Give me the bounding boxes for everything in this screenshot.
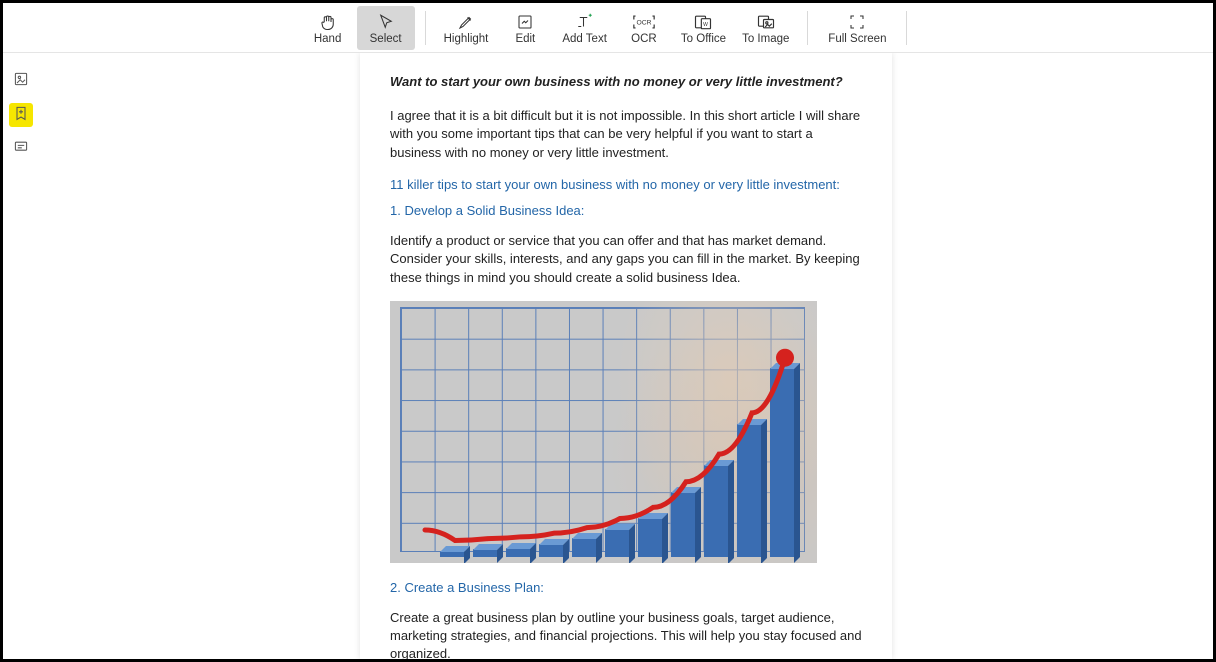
chart-bar: [539, 539, 563, 552]
main-toolbar: Hand Select Highlight Edit: [3, 3, 1213, 53]
to-image-label: To Image: [742, 33, 789, 45]
tip-2-body: Create a great business plan by outline …: [390, 609, 862, 659]
select-tool-label: Select: [370, 33, 402, 45]
toolbar-group-nav: Hand Select: [299, 3, 415, 52]
add-text-icon: [576, 12, 594, 32]
hand-tool-button[interactable]: Hand: [299, 6, 357, 50]
thumbnails-panel-button[interactable]: [9, 69, 33, 93]
cursor-icon: [377, 12, 395, 32]
chart-bar: [704, 460, 728, 552]
fullscreen-icon: [848, 12, 866, 32]
ocr-button[interactable]: OCR OCR: [615, 6, 673, 50]
add-text-button[interactable]: Add Text: [554, 6, 615, 50]
chart-bar: [638, 513, 662, 552]
doc-main-heading: Want to start your own business with no …: [390, 73, 862, 91]
toolbar-separator: [906, 11, 907, 45]
chart-bar: [572, 533, 596, 551]
doc-intro-paragraph: I agree that it is a bit difficult but i…: [390, 107, 862, 162]
full-screen-button[interactable]: Full Screen: [818, 6, 896, 50]
comment-icon: [13, 139, 29, 160]
doc-subtitle-link: 11 killer tips to start your own busines…: [390, 176, 862, 194]
toolbar-group-view: Full Screen: [818, 3, 896, 52]
edit-icon: [516, 12, 534, 32]
bookmark-plus-icon: [13, 105, 29, 126]
chart-bar: [770, 363, 794, 551]
chart-bar: [671, 487, 695, 551]
bookmarks-panel-button[interactable]: [9, 103, 33, 127]
body-area: Want to start your own business with no …: [3, 53, 1213, 659]
chart-bar: [506, 543, 530, 552]
edit-tool-button[interactable]: Edit: [496, 6, 554, 50]
document-viewport[interactable]: Want to start your own business with no …: [39, 53, 1213, 659]
left-sidebar: [3, 53, 39, 659]
toolbar-separator: [807, 11, 808, 45]
thumbnails-icon: [13, 71, 29, 92]
chart-bar: [440, 546, 464, 552]
growth-chart-image: [390, 301, 817, 563]
chart-bar: [473, 544, 497, 551]
highlight-tool-button[interactable]: Highlight: [436, 6, 497, 50]
to-image-button[interactable]: To Image: [734, 6, 797, 50]
chart-bar: [605, 524, 629, 552]
hand-tool-label: Hand: [314, 33, 342, 45]
svg-text:OCR: OCR: [636, 20, 651, 27]
ocr-icon: OCR: [633, 12, 655, 32]
image-icon: [756, 12, 776, 32]
toolbar-separator: [425, 11, 426, 45]
toolbar-group-edit: Highlight Edit Add Text OCR OCR: [436, 3, 798, 52]
tip-1-body: Identify a product or service that you c…: [390, 232, 862, 287]
to-office-button[interactable]: W To Office: [673, 6, 734, 50]
full-screen-label: Full Screen: [828, 33, 886, 45]
chart-bar: [737, 419, 761, 552]
chart-bars-container: [400, 307, 805, 552]
to-office-label: To Office: [681, 33, 726, 45]
edit-tool-label: Edit: [515, 33, 535, 45]
document-page: Want to start your own business with no …: [360, 53, 892, 659]
highlight-tool-label: Highlight: [444, 33, 489, 45]
ocr-label: OCR: [631, 33, 657, 45]
pdf-editor-window: Hand Select Highlight Edit: [0, 0, 1216, 662]
hand-icon: [319, 12, 337, 32]
select-tool-button[interactable]: Select: [357, 6, 415, 50]
highlight-icon: [457, 12, 475, 32]
comments-panel-button[interactable]: [9, 137, 33, 161]
svg-text:W: W: [704, 22, 709, 28]
tip-1-heading: 1. Develop a Solid Business Idea:: [390, 202, 862, 220]
office-icon: W: [693, 12, 713, 32]
add-text-label: Add Text: [562, 33, 607, 45]
tip-2-heading: 2. Create a Business Plan:: [390, 579, 862, 597]
